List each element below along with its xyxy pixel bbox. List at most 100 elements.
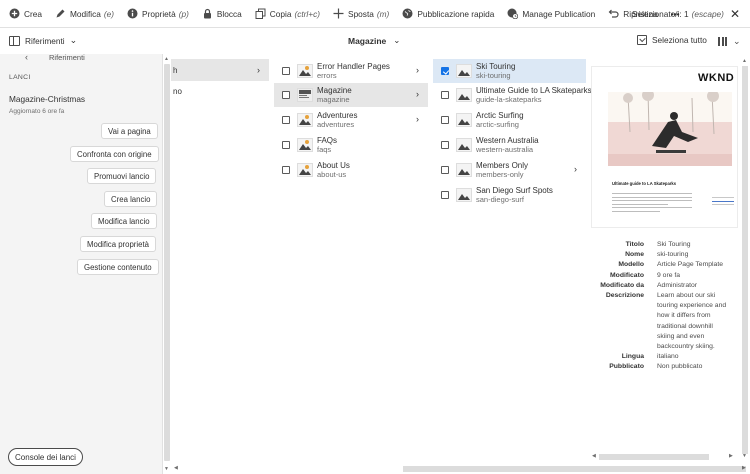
content-vertical-scrollbar[interactable]: ▲ ▼	[740, 54, 750, 462]
scroll-down-icon[interactable]: ▼	[742, 453, 747, 459]
copy-button[interactable]: Copia (ctrl+c)	[255, 0, 320, 28]
edit-launch-button[interactable]: Modifica lancio	[91, 213, 157, 229]
close-selection-icon[interactable]: ✕	[730, 7, 740, 21]
column-view-icon	[718, 37, 727, 46]
scroll-down-icon[interactable]: ▼	[164, 466, 169, 472]
select-all-button[interactable]: Seleziona tutto	[637, 35, 707, 45]
column3-item-arctic-surfing[interactable]: Arctic Surfing arctic-surfing	[433, 108, 586, 132]
breadcrumb-title[interactable]: Magazine ⌄	[348, 35, 400, 46]
view-switcher[interactable]: ⌄	[718, 36, 741, 47]
column2-item-magazine[interactable]: Magazine magazine ›	[274, 83, 428, 107]
manage-publication-button[interactable]: Manage Publication	[507, 0, 595, 28]
scroll-left-icon[interactable]: ◀	[592, 453, 596, 459]
scroll-right-icon[interactable]: ▶	[742, 465, 746, 471]
copy-shortcut: (ctrl+c)	[294, 8, 321, 19]
chevron-down-icon: ⌄	[393, 35, 401, 45]
column1-item[interactable]: no	[171, 80, 269, 102]
launch-meta: Aggiornato 6 ore fa	[9, 108, 65, 115]
columns-scroll-thumb[interactable]	[403, 466, 746, 472]
column3-item-members-only[interactable]: Members Only members-only ›	[433, 158, 586, 182]
edit-label: Modifica	[69, 8, 101, 19]
page-thumbnail-icon	[297, 138, 313, 152]
property-row: Nome ski-touring	[591, 250, 740, 260]
move-button[interactable]: Sposta (m)	[333, 0, 389, 28]
back-icon[interactable]: ‹	[25, 52, 28, 62]
chevron-down-icon: ⌄	[69, 35, 78, 45]
item-title: FAQs	[317, 135, 338, 145]
item-checkbox[interactable]	[441, 141, 449, 149]
quick-publish-button[interactable]: Pubblicazione rapida	[402, 0, 494, 28]
item-title: Adventures	[317, 110, 358, 120]
item-name: errors	[317, 71, 337, 80]
quick-publish-label: Pubblicazione rapida	[417, 8, 495, 19]
item-checkbox[interactable]	[282, 166, 290, 174]
scroll-up-icon[interactable]: ▲	[742, 58, 747, 64]
manage-content-button[interactable]: Gestione contenuto	[77, 259, 159, 275]
item-checkbox[interactable]	[282, 141, 290, 149]
move-label: Sposta	[348, 8, 374, 19]
selection-shortcut: (escape)	[691, 9, 724, 19]
column2-item-errors[interactable]: Error Handler Pages errors ›	[274, 59, 428, 83]
property-key: Modificato	[610, 271, 644, 279]
edit-button[interactable]: Modifica (e)	[55, 0, 114, 28]
scroll-left-icon[interactable]: ◀	[174, 465, 178, 471]
column-view: h › no Error Handler Pages errors › Magaz…	[171, 54, 592, 462]
toolbar: Riferimenti ⌄ Magazine ⌄ Seleziona tutto…	[0, 28, 750, 54]
column3-item-western-australia[interactable]: Western Australia western-australia	[433, 133, 586, 157]
item-checkbox[interactable]	[282, 67, 290, 75]
page-title: Magazine	[348, 35, 387, 46]
rail-scroll-thumb[interactable]	[164, 64, 170, 461]
preview-horizontal-scrollbar[interactable]: ◀ ▶	[591, 452, 740, 462]
page-thumbnail-icon	[297, 88, 313, 102]
scroll-right-icon[interactable]: ▶	[729, 453, 733, 459]
chevron-right-icon: ›	[416, 89, 419, 99]
preview-column: WKND S Ultimate guide to LA Skateparks T…	[591, 54, 740, 462]
rail-scrollbar[interactable]: ▲ ▼	[163, 54, 171, 474]
preview-headline: Ultimate guide to LA Skateparks	[612, 181, 677, 186]
property-key: Descrizione	[605, 292, 644, 300]
rail-header: ‹ Riferimenti	[0, 52, 162, 67]
select-all-icon	[637, 35, 647, 45]
scroll-up-icon[interactable]: ▲	[164, 56, 169, 62]
preview-scroll-thumb[interactable]	[599, 454, 709, 460]
content-scroll-thumb[interactable]	[742, 66, 748, 454]
item-checkbox[interactable]	[441, 91, 449, 99]
lock-label: Blocca	[216, 8, 242, 19]
property-row: Descrizione Learn about our ski touring e…	[591, 291, 740, 352]
launches-console-button[interactable]: Console dei lanci	[8, 448, 83, 466]
column2-item-faqs[interactable]: FAQs faqs	[274, 133, 428, 157]
property-value: Ski Touring	[657, 241, 691, 248]
chevron-down-icon: ⌄	[733, 36, 741, 46]
column3-item-san-diego-surf[interactable]: San Diego Surf Spots san-diego-surf	[433, 183, 586, 207]
column2-item-adventures[interactable]: Adventures adventures ›	[274, 108, 428, 132]
create-label: Crea	[24, 8, 42, 19]
property-row: Titolo Ski Touring	[591, 240, 740, 250]
promote-launch-button[interactable]: Promuovi lancio	[87, 168, 157, 184]
property-row: Modificato da Administrator	[591, 281, 740, 291]
property-row: Modificato 9 ore fa	[591, 271, 740, 281]
item-checkbox[interactable]	[441, 67, 449, 75]
go-to-page-button[interactable]: Vai a pagina	[101, 123, 158, 139]
column3-item-ski-touring[interactable]: Ski Touring ski-touring	[433, 59, 586, 83]
column3-item-la-skateparks[interactable]: Ultimate Guide to LA Skateparks guide-la-…	[433, 83, 592, 107]
compare-with-source-button[interactable]: Confronta con origine	[70, 146, 159, 162]
create-button[interactable]: Crea	[9, 0, 42, 28]
columns-horizontal-scrollbar[interactable]: ◀ ▶	[171, 463, 750, 474]
item-title: About Us	[317, 160, 350, 170]
rail-toggle-button[interactable]: Riferimenti ⌄	[9, 35, 77, 46]
property-row: Lingua italiano	[591, 352, 740, 362]
edit-shortcut: (e)	[103, 8, 115, 19]
create-launch-button[interactable]: Crea lancio	[104, 191, 158, 207]
item-title: Members Only	[476, 160, 529, 170]
lock-button[interactable]: Blocca	[202, 0, 242, 28]
column1-item[interactable]: h ›	[171, 59, 269, 81]
item-checkbox[interactable]	[441, 191, 449, 199]
edit-properties-button[interactable]: Modifica proprietà	[80, 236, 156, 252]
properties-button[interactable]: Proprietà (p)	[127, 0, 189, 28]
item-checkbox[interactable]	[282, 91, 290, 99]
select-all-label: Seleziona tutto	[652, 35, 707, 45]
item-checkbox[interactable]	[282, 116, 290, 124]
column2-item-about-us[interactable]: About Us about-us	[274, 158, 428, 182]
item-checkbox[interactable]	[441, 166, 449, 174]
item-checkbox[interactable]	[441, 116, 449, 124]
